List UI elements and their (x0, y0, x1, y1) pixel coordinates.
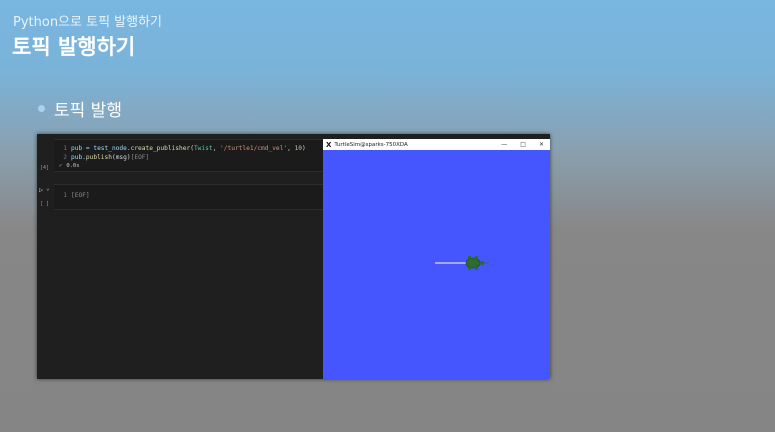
bullet-dot-icon (38, 105, 45, 112)
turtlesim-drawing (435, 256, 489, 270)
code-token: create_publisher (130, 145, 191, 152)
turtlesim-window[interactable]: X TurtleSim@sparks-750XDA — □ ✕ (323, 139, 550, 379)
turtle-icon (465, 256, 489, 270)
eof-marker: [EOF] (130, 154, 150, 161)
maximize-button[interactable]: □ (520, 141, 526, 148)
eof-marker: [EOF] (71, 192, 90, 199)
window-title: TurtleSim@sparks-750XDA (334, 141, 408, 148)
cell-status: ✓ 0.0s (59, 163, 80, 169)
chevron-down-icon[interactable]: ⌄ (46, 185, 50, 192)
code-line: 1 [EOF] (59, 192, 90, 199)
slide-title: 토픽 발행하기 (12, 35, 136, 59)
window-titlebar[interactable]: X TurtleSim@sparks-750XDA — □ ✕ (323, 139, 550, 150)
code-token: '/turtle1/cmd_vel' (220, 145, 288, 152)
line-number: 1 (63, 192, 67, 199)
code-token: Twist (193, 145, 213, 152)
code-token: publish (85, 154, 112, 161)
code-cell[interactable]: [4] 1 pub = test_node.create_publisher(Tw… (37, 139, 323, 172)
line-number: 2 (63, 154, 67, 161)
turtlesim-canvas (323, 150, 550, 379)
close-button[interactable]: ✕ (539, 141, 544, 148)
execution-time: 0.0s (66, 163, 80, 169)
code-token: pub. (71, 154, 86, 161)
notebook-pane: [4] 1 pub = test_node.create_publisher(Tw… (37, 134, 323, 379)
bullet-item: 토픽 발행 (38, 96, 122, 121)
check-icon: ✓ (59, 163, 63, 169)
code-cell[interactable]: ▷ ⌄ [ ] 1 [EOF] (37, 184, 323, 210)
slide-subtitle: Python으로 토픽 발행하기 (13, 15, 163, 30)
code-token: , (287, 145, 295, 152)
execution-count: [4] (40, 165, 50, 171)
code-token: , (212, 145, 221, 152)
code-token: (msg) (111, 154, 131, 161)
line-number: 1 (63, 145, 67, 152)
cell-editor[interactable]: 1 pub = test_node.create_publisher(Twist,… (54, 139, 323, 172)
execution-count: [ ] (40, 201, 50, 207)
bullet-text: 토픽 발행 (54, 101, 122, 121)
cell-editor[interactable]: 1 [EOF] (54, 184, 323, 210)
x-logo-icon: X (326, 140, 332, 149)
code-line: 1 pub = test_node.create_publisher(Twist,… (59, 145, 306, 152)
run-cell-icon[interactable]: ▷ (39, 186, 43, 194)
code-line: 2 pub.publish(msg)[EOF] (59, 154, 149, 161)
minimize-button[interactable]: — (501, 141, 507, 148)
code-token: pub = test_node. (71, 145, 131, 152)
embedded-screenshot: [4] 1 pub = test_node.create_publisher(Tw… (37, 134, 550, 379)
code-token: ) (302, 145, 306, 152)
code-token: 10 (294, 145, 303, 152)
